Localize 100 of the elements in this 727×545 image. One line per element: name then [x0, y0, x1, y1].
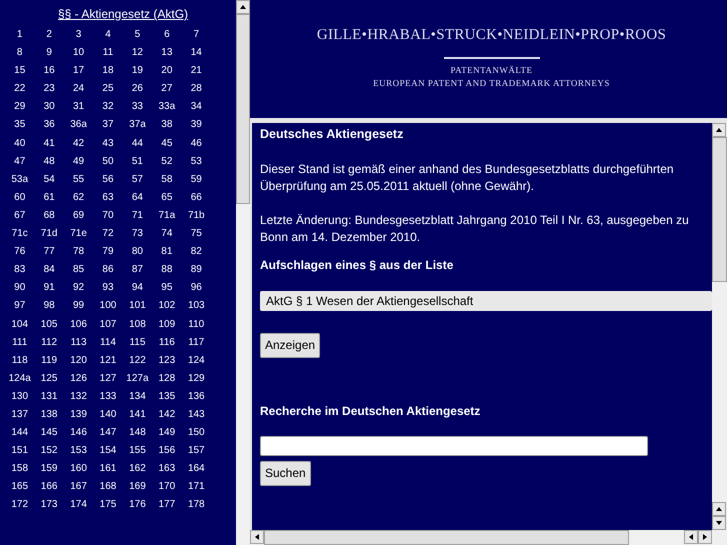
section-link[interactable]: 60	[5, 188, 34, 207]
section-link[interactable]: 92	[64, 279, 94, 298]
section-link[interactable]: 84	[34, 261, 64, 280]
section-link[interactable]: 78	[64, 243, 94, 262]
section-link[interactable]: 122	[122, 352, 152, 370]
section-link[interactable]: 104	[5, 316, 34, 334]
section-link[interactable]: 115	[122, 334, 152, 352]
section-link[interactable]: 30	[34, 98, 64, 116]
section-link[interactable]: 107	[93, 316, 123, 334]
section-link[interactable]: 90	[5, 279, 34, 298]
section-link[interactable]: 44	[122, 134, 152, 153]
section-link[interactable]: 110	[182, 316, 211, 334]
section-link[interactable]: 96	[182, 279, 211, 298]
section-link[interactable]: 124a	[5, 370, 34, 388]
section-link[interactable]: 26	[122, 80, 152, 98]
section-link[interactable]: 42	[64, 134, 94, 153]
index-title-link[interactable]: §§ - Aktiengesetz (AktG)	[58, 5, 188, 23]
horizontal-scrollbar-thumb[interactable]	[264, 530, 629, 545]
section-link[interactable]: 174	[64, 496, 94, 515]
section-link[interactable]: 139	[64, 406, 94, 424]
section-link[interactable]: 55	[64, 170, 94, 189]
section-link[interactable]: 105	[34, 316, 64, 334]
section-link[interactable]: 97	[5, 297, 34, 316]
section-link[interactable]: 111	[5, 334, 34, 352]
section-link[interactable]: 12	[122, 44, 152, 62]
section-link[interactable]: 18	[93, 62, 123, 80]
section-link[interactable]: 91	[34, 279, 64, 298]
section-link[interactable]: 71	[122, 206, 152, 226]
section-link[interactable]: 121	[93, 352, 123, 370]
section-link[interactable]: 131	[34, 388, 64, 406]
section-link[interactable]: 71c	[5, 225, 34, 244]
section-link[interactable]: 4	[93, 26, 123, 44]
section-link[interactable]: 124	[182, 352, 211, 370]
section-link[interactable]: 162	[122, 460, 152, 478]
section-link[interactable]: 33a	[152, 98, 182, 116]
section-link[interactable]: 35	[5, 116, 34, 135]
section-link[interactable]: 178	[182, 496, 211, 515]
section-link[interactable]: 51	[122, 152, 152, 171]
section-link[interactable]: 156	[152, 442, 182, 460]
section-link[interactable]: 9	[34, 44, 64, 62]
section-link[interactable]: 71d	[34, 225, 64, 244]
scroll-left-icon[interactable]	[684, 530, 698, 544]
section-link[interactable]: 6	[152, 26, 182, 44]
section-link[interactable]: 155	[122, 442, 152, 460]
section-link[interactable]: 59	[182, 170, 211, 189]
section-link[interactable]: 176	[122, 496, 152, 515]
section-link[interactable]: 94	[122, 279, 152, 298]
section-link[interactable]: 157	[182, 442, 211, 460]
section-link[interactable]: 14	[182, 44, 211, 62]
section-link[interactable]: 49	[64, 152, 94, 171]
section-link[interactable]: 83	[5, 261, 34, 280]
scrollbar-thumb[interactable]	[236, 14, 250, 204]
section-link[interactable]: 171	[182, 478, 211, 496]
section-link[interactable]: 37a	[122, 116, 152, 135]
section-link[interactable]: 82	[182, 243, 211, 262]
section-link[interactable]: 53	[182, 152, 211, 171]
section-link[interactable]: 52	[152, 152, 182, 171]
section-link[interactable]: 21	[182, 62, 211, 80]
section-link[interactable]: 74	[152, 225, 182, 244]
section-link[interactable]: 34	[182, 98, 211, 116]
section-link[interactable]: 145	[34, 424, 64, 442]
section-link[interactable]: 136	[182, 388, 211, 406]
section-link[interactable]: 169	[122, 478, 152, 496]
search-button[interactable]: Suchen	[260, 460, 311, 486]
section-link[interactable]: 165	[5, 478, 34, 496]
section-link[interactable]: 16	[34, 62, 64, 80]
section-link[interactable]: 10	[64, 44, 94, 62]
section-link[interactable]: 164	[182, 460, 211, 478]
scroll-down-icon[interactable]	[712, 516, 726, 530]
section-link[interactable]: 81	[152, 243, 182, 262]
section-link[interactable]: 36	[34, 116, 64, 135]
section-link[interactable]: 50	[93, 152, 123, 171]
paragraph-select[interactable]: AktG § 1 Wesen der Aktiengesellschaft	[260, 290, 712, 311]
section-link[interactable]: 29	[5, 98, 34, 116]
section-link[interactable]: 138	[34, 406, 64, 424]
section-link[interactable]: 170	[152, 478, 182, 496]
section-link[interactable]: 71a	[152, 206, 182, 226]
section-link[interactable]: 24	[64, 80, 94, 98]
section-link[interactable]: 1	[5, 26, 34, 44]
section-link[interactable]: 119	[34, 352, 64, 370]
section-link[interactable]: 103	[182, 297, 211, 316]
section-link[interactable]: 79	[93, 243, 123, 262]
section-link[interactable]: 72	[93, 225, 123, 244]
section-link[interactable]: 109	[152, 316, 182, 334]
section-link[interactable]: 102	[152, 297, 182, 316]
sidebar-scrollbar[interactable]	[236, 0, 250, 545]
section-link[interactable]: 142	[152, 406, 182, 424]
section-link[interactable]: 113	[64, 334, 94, 352]
section-link[interactable]: 70	[93, 206, 123, 226]
section-link[interactable]: 68	[34, 206, 64, 226]
section-link[interactable]: 2	[34, 26, 64, 44]
section-link[interactable]: 143	[182, 406, 211, 424]
section-link[interactable]: 62	[64, 188, 94, 207]
section-link[interactable]: 20	[152, 62, 182, 80]
section-link[interactable]: 166	[34, 478, 64, 496]
section-link[interactable]: 76	[5, 243, 34, 262]
section-link[interactable]: 89	[182, 261, 211, 280]
section-link[interactable]: 151	[5, 442, 34, 460]
section-link[interactable]: 101	[122, 297, 152, 316]
section-link[interactable]: 106	[64, 316, 94, 334]
